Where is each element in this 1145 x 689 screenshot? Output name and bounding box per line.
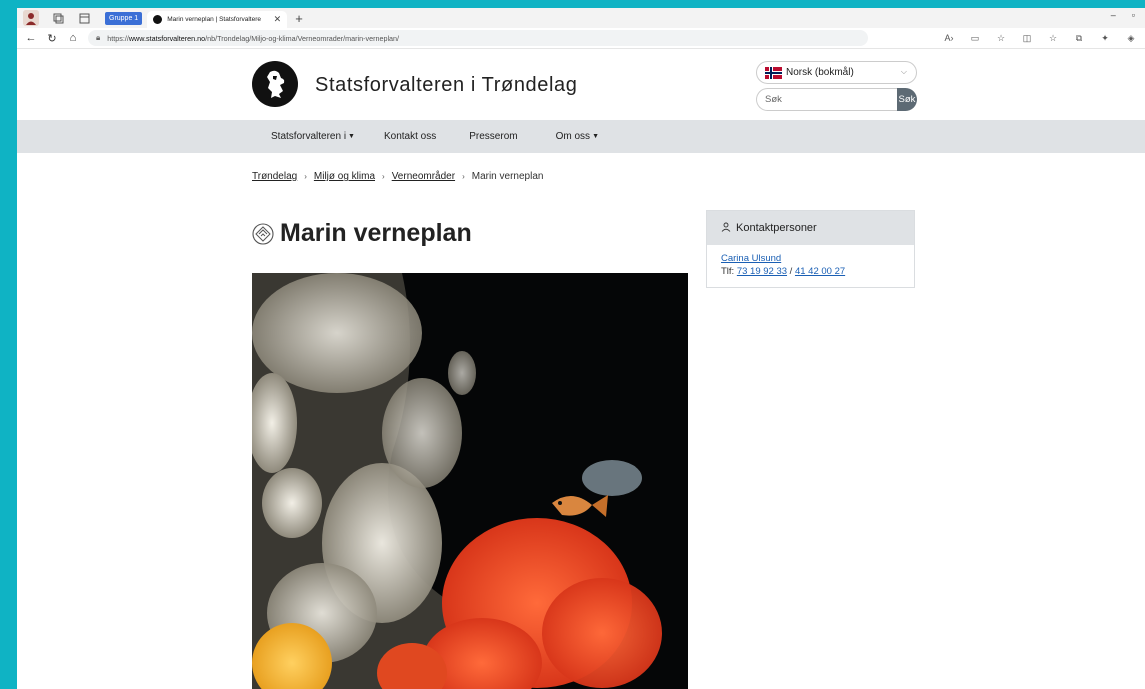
- contact-name-link[interactable]: Carina Ulsund: [721, 253, 900, 264]
- tab-bar: Gruppe 1 Marin verneplan | Statsforvalte…: [17, 8, 1145, 28]
- lion-emblem-icon: [267, 70, 285, 98]
- read-aloud-icon[interactable]: A›: [943, 31, 955, 45]
- breadcrumb-current: Marin verneplan: [471, 171, 544, 182]
- site-header: Statsforvalteren i Trøndelag Norsk (bokm…: [252, 61, 917, 116]
- browser-toolbar: A› ▭ ☆ ◫ ☆ ⧉ ✦ ◈: [943, 31, 1137, 45]
- breadcrumb-link-trondelag[interactable]: Trøndelag: [252, 171, 297, 182]
- browser-window: Gruppe 1 Marin verneplan | Statsforvalte…: [17, 8, 1145, 689]
- extensions-icon[interactable]: ✦: [1099, 31, 1111, 45]
- phone-separator: /: [787, 266, 795, 277]
- person-icon: [721, 222, 731, 235]
- contact-box: Kontaktpersoner Carina Ulsund Tlf: 73 19…: [706, 210, 915, 288]
- main-navigation: Statsforvalteren i ▼ Kontakt oss Pressero…: [17, 120, 1145, 153]
- breadcrumb-separator: ›: [304, 172, 307, 181]
- back-icon[interactable]: ←: [24, 31, 38, 45]
- contact-phones: Tlf: 73 19 92 33 / 41 42 00 27: [721, 266, 900, 277]
- search-input[interactable]: [756, 88, 897, 111]
- breadcrumb-link-verneomrader[interactable]: Verneområder: [392, 171, 455, 182]
- favorites-icon[interactable]: ☆: [1047, 31, 1059, 45]
- profile-icon[interactable]: [23, 10, 39, 26]
- web-page: Statsforvalteren i Trøndelag Norsk (bokm…: [17, 49, 1145, 689]
- home-icon[interactable]: ⌂: [66, 31, 80, 45]
- site-favicon-icon: [153, 15, 163, 24]
- contact-heading: Kontaktpersoner: [736, 222, 817, 234]
- language-label: Norsk (bokmål): [786, 67, 854, 78]
- breadcrumb: Trøndelag › Miljø og klima › Verneområde…: [252, 171, 543, 182]
- close-tab-icon[interactable]: ✕: [274, 14, 282, 25]
- address-bar-row: ← ↻ ⌂ 🔒︎ https://www.statsforvalteren.no…: [17, 28, 1145, 49]
- contact-header: Kontaktpersoner: [707, 211, 914, 245]
- phone-link-2[interactable]: 41 42 00 27: [795, 266, 845, 277]
- collections-icon[interactable]: ⧉: [1073, 31, 1085, 45]
- page-heading: Marin verneplan: [252, 219, 472, 248]
- tab-actions-icon[interactable]: [77, 11, 91, 25]
- breadcrumb-separator: ›: [462, 172, 465, 181]
- reload-icon[interactable]: ↻: [45, 31, 59, 45]
- tab-group-label[interactable]: Gruppe 1: [105, 11, 143, 25]
- split-screen-icon[interactable]: ◫: [1021, 31, 1033, 45]
- search-button[interactable]: Søk: [897, 88, 917, 111]
- url-text: https://www.statsforvalteren.no/nb/Trond…: [107, 33, 400, 43]
- new-tab-icon[interactable]: +: [295, 11, 303, 26]
- minimize-icon[interactable]: –: [1111, 10, 1116, 20]
- language-select[interactable]: Norsk (bokmål) ⌵: [756, 61, 917, 84]
- active-tab[interactable]: Marin verneplan | Statsforvaltere ✕: [147, 11, 288, 28]
- address-bar[interactable]: 🔒︎ https://www.statsforvalteren.no/nb/Tr…: [88, 30, 868, 46]
- window-controls: – ▫: [1111, 10, 1145, 20]
- favorite-star-icon[interactable]: ☆: [995, 31, 1007, 45]
- breadcrumb-link-miljo[interactable]: Miljø og klima: [314, 171, 375, 182]
- workspaces-icon[interactable]: [51, 11, 65, 25]
- chevron-down-icon: ⌵: [900, 67, 907, 76]
- lock-icon[interactable]: 🔒︎: [96, 33, 100, 43]
- search-form: Søk: [756, 88, 917, 111]
- copilot-icon[interactable]: ◈: [1125, 31, 1137, 45]
- norway-flag-icon: [765, 66, 782, 79]
- restore-icon[interactable]: ▫: [1132, 10, 1135, 20]
- chevron-down-icon: ▼: [348, 133, 355, 140]
- coral-reef-photo: [252, 273, 688, 689]
- phone-link-1[interactable]: 73 19 92 33: [737, 266, 787, 277]
- tab-title: Marin verneplan | Statsforvaltere: [167, 16, 262, 23]
- nav-item-om-oss[interactable]: Om oss ▼: [556, 131, 599, 142]
- site-logo[interactable]: [252, 61, 298, 107]
- chevron-down-icon: ▼: [592, 133, 599, 140]
- immersive-reader-icon[interactable]: ▭: [969, 31, 981, 45]
- nav-item-presserom[interactable]: Presserom: [469, 131, 517, 142]
- phone-prefix: Tlf:: [721, 266, 737, 277]
- breadcrumb-separator: ›: [382, 172, 385, 181]
- site-title[interactable]: Statsforvalteren i Trøndelag: [315, 74, 577, 97]
- nav-item-statsforvalteren[interactable]: Statsforvalteren i ▼: [271, 131, 355, 142]
- nature-reserve-icon: [252, 222, 274, 245]
- hero-image: [252, 273, 688, 689]
- nav-item-kontakt[interactable]: Kontakt oss: [384, 131, 436, 142]
- page-title: Marin verneplan: [280, 219, 472, 247]
